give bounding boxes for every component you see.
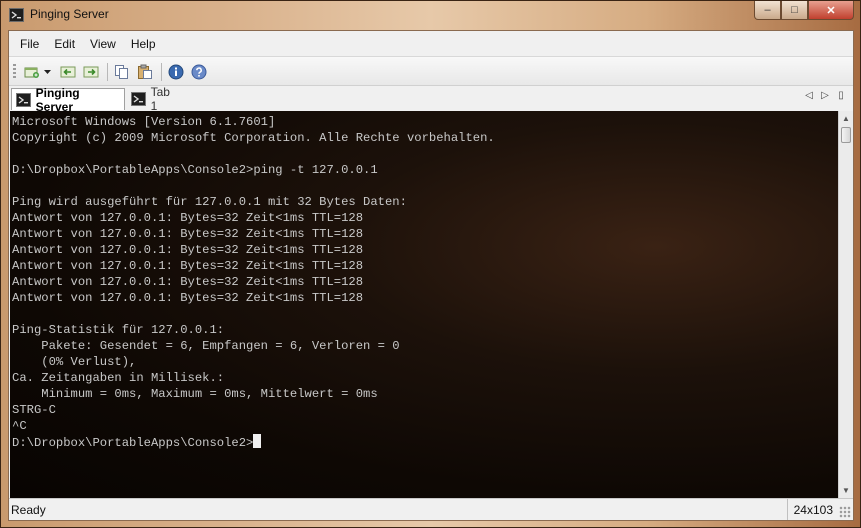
help-icon [191,64,207,80]
dropdown-arrow-icon [43,70,51,74]
console-line: Microsoft Windows [Version 6.1.7601] [12,115,276,129]
tab-scroll-left-icon[interactable]: ◁ [803,90,815,101]
vertical-scrollbar[interactable]: ▲ ▼ [838,111,853,498]
minimize-icon: – [764,4,771,16]
minimize-button[interactable]: – [754,1,781,20]
console-line: ^C [12,419,27,433]
help-button[interactable] [190,63,208,81]
console-size: 24x103 [786,499,833,520]
console-line: Minimum = 0ms, Maximum = 0ms, Mittelwert… [12,387,378,401]
console-icon [16,92,31,107]
tab-tab-1[interactable]: Tab 1 [127,85,185,113]
arrow-left-icon [60,66,76,78]
arrow-right-icon [83,66,99,78]
toolbar-grip[interactable] [13,64,16,80]
console-line: Antwort von 127.0.0.1: Bytes=32 Zeit<1ms… [12,211,364,225]
toolbar-separator [161,63,162,81]
copy-icon [115,65,128,79]
info-icon [168,64,184,80]
console-line: Pakete: Gesendet = 6, Empfangen = 6, Ver… [12,339,400,353]
menu-bar: File Edit View Help [9,31,853,56]
console-line: Antwort von 127.0.0.1: Bytes=32 Zeit<1ms… [12,243,364,257]
console-line: Copyright (c) 2009 Microsoft Corporation… [12,131,495,145]
scroll-up-icon[interactable]: ▲ [839,111,853,126]
app-icon[interactable] [9,8,24,22]
maximize-icon: □ [791,4,798,16]
console-icon [131,92,146,106]
toolbar-separator [107,63,108,81]
scroll-down-icon[interactable]: ▼ [839,483,853,498]
console-line: STRG-C [12,403,56,417]
paste-button[interactable] [136,63,154,81]
tab-pinging-server[interactable]: Pinging Server [11,86,125,114]
console-output[interactable]: Microsoft Windows [Version 6.1.7601] Cop… [10,111,838,498]
scroll-thumb[interactable] [841,127,851,143]
menu-file[interactable]: File [20,37,39,51]
text-cursor [253,434,262,448]
client-area: File Edit View Help Pinging Server Tab 1… [8,30,854,521]
console-line: Ping wird ausgeführt für 127.0.0.1 mit 3… [12,195,407,209]
tab-label: Pinging Server [35,85,80,114]
console-prompt: D:\Dropbox\PortableApps\Console2> [12,436,254,450]
status-bar: Ready 24x103 [9,498,853,520]
console-line: Antwort von 127.0.0.1: Bytes=32 Zeit<1ms… [12,259,364,273]
new-tab-dropdown[interactable] [42,63,52,81]
forward-button[interactable] [82,63,100,81]
console-line: (0% Verlust), [12,355,137,369]
console-line: Antwort von 127.0.0.1: Bytes=32 Zeit<1ms… [12,275,364,289]
title-bar[interactable]: Pinging Server – □ ✕ [1,1,860,29]
resize-grip[interactable] [839,506,851,518]
close-button[interactable]: ✕ [808,1,854,20]
menu-edit[interactable]: Edit [54,37,75,51]
new-tab-button[interactable] [23,63,41,81]
console-line: Antwort von 127.0.0.1: Bytes=32 Zeit<1ms… [12,227,364,241]
close-icon: ✕ [826,4,836,17]
tab-scroll-arrows: ◁ ▷ ▯ [803,90,847,101]
console-line: D:\Dropbox\PortableApps\Console2>ping -t… [12,163,378,177]
window-title: Pinging Server [30,7,109,21]
menu-help[interactable]: Help [131,37,156,51]
maximize-button[interactable]: □ [781,1,808,20]
copy-button[interactable] [113,63,131,81]
tab-bar: Pinging Server Tab 1 ◁ ▷ ▯ [9,85,853,114]
console-line: Ping-Statistik für 127.0.0.1: [12,323,225,337]
console-line: Antwort von 127.0.0.1: Bytes=32 Zeit<1ms… [12,291,364,305]
tab-label: Tab 1 [150,85,170,113]
new-console-icon [24,67,39,78]
info-button[interactable] [167,63,185,81]
toolbar [9,56,853,86]
console-line: Ca. Zeitangaben in Millisek.: [12,371,225,385]
tab-close-icon[interactable]: ▯ [835,90,847,101]
caption-buttons: – □ ✕ [754,1,854,21]
back-button[interactable] [59,63,77,81]
console-window: Pinging Server – □ ✕ File Edit View Help [0,0,861,528]
paste-icon [138,64,152,79]
tab-scroll-right-icon[interactable]: ▷ [819,90,831,101]
menu-view[interactable]: View [90,37,116,51]
status-text: Ready [11,503,46,517]
